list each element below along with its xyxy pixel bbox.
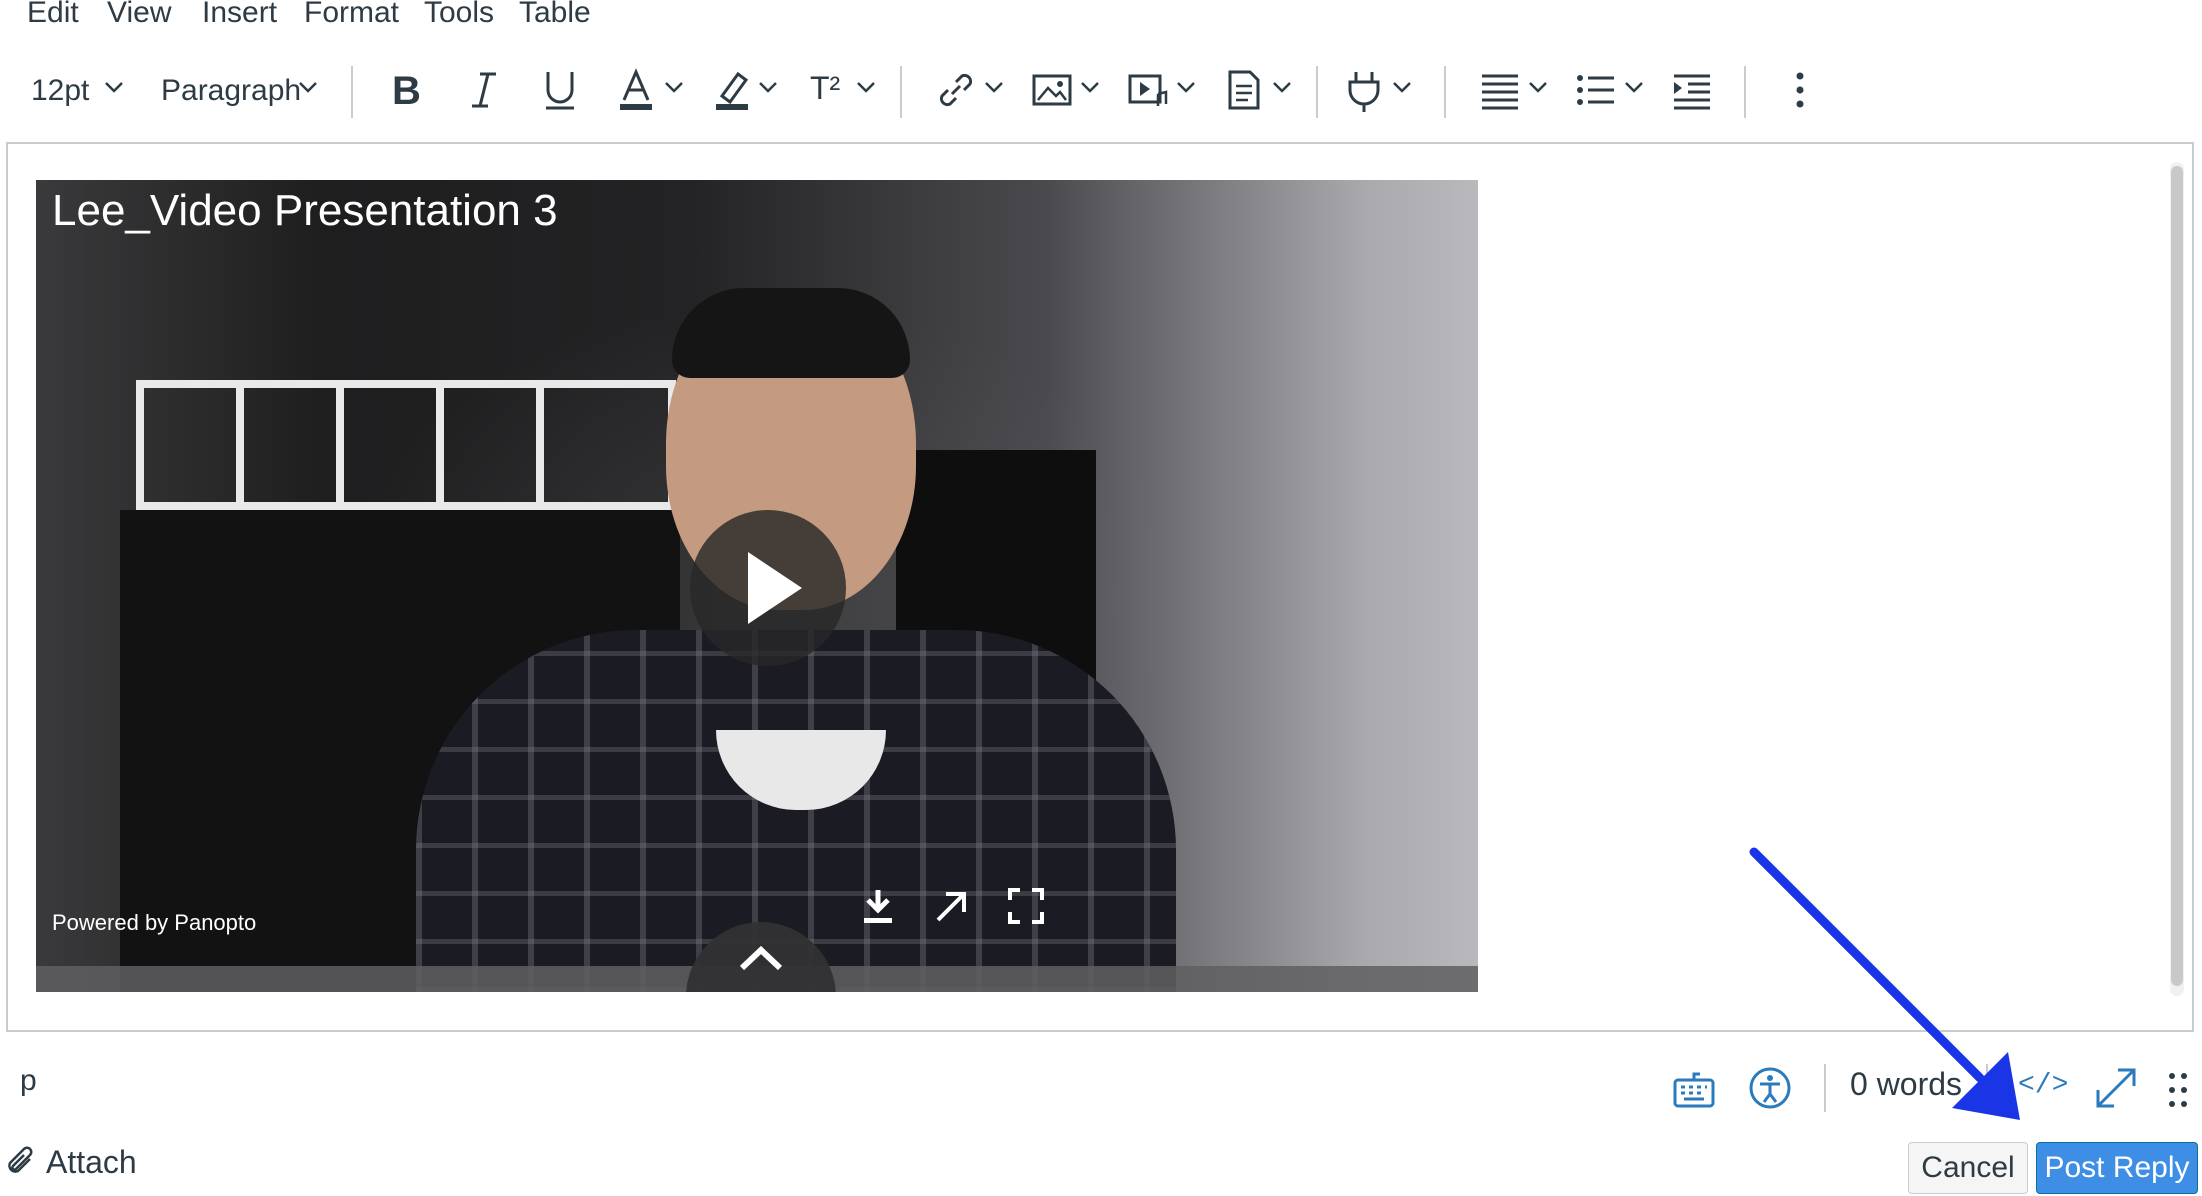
block-format-select[interactable]: Paragraph — [161, 74, 301, 108]
status-divider — [1986, 1064, 1988, 1112]
bold-icon[interactable]: B — [384, 66, 432, 114]
menu-insert[interactable]: Insert — [202, 0, 277, 30]
chevron-down-icon[interactable] — [1176, 80, 1196, 94]
image-icon[interactable] — [1028, 66, 1076, 114]
word-count[interactable]: 0 words — [1850, 1066, 1962, 1103]
menu-bar: Edit View Insert Format Tools Table — [0, 0, 2202, 40]
chevron-down-icon[interactable] — [758, 80, 778, 94]
chevron-down-icon[interactable] — [856, 80, 876, 94]
toolbar-divider — [1444, 66, 1446, 118]
status-divider — [1824, 1064, 1826, 1112]
attach-button[interactable]: Attach — [4, 1140, 137, 1184]
chevron-down-icon[interactable] — [664, 80, 684, 94]
video-frame-shelf — [136, 380, 676, 510]
menu-edit[interactable]: Edit — [27, 0, 79, 30]
chevron-down-icon[interactable] — [1080, 80, 1100, 94]
font-size-select[interactable]: 12pt — [31, 74, 89, 108]
open-external-icon[interactable] — [932, 886, 972, 926]
italic-icon[interactable] — [460, 66, 508, 114]
video-title: Lee_Video Presentation 3 — [52, 186, 558, 235]
svg-text:B: B — [392, 69, 421, 113]
toolbar-divider — [351, 66, 353, 118]
video-frame-shelf — [236, 380, 244, 510]
rich-text-editor[interactable]: Lee_Video Presentation 3 Powered by Pano… — [6, 142, 2194, 1032]
text-color-icon[interactable] — [612, 66, 660, 114]
chevron-down-icon[interactable] — [1528, 80, 1548, 94]
html-editor-icon[interactable]: </> — [2018, 1070, 2068, 1101]
video-frame-hair — [672, 288, 910, 378]
underline-icon[interactable] — [536, 66, 584, 114]
accessibility-checker-icon[interactable] — [1748, 1066, 1792, 1110]
expand-controls-tab[interactable] — [686, 922, 836, 992]
highlight-icon[interactable] — [708, 66, 756, 114]
chevron-down-icon[interactable] — [104, 80, 124, 94]
video-frame-shelf — [336, 380, 344, 510]
media-icon[interactable] — [1124, 66, 1172, 114]
more-vertical-icon[interactable] — [1776, 66, 1824, 114]
scrollbar-thumb[interactable] — [2171, 166, 2183, 986]
video-frame-shelf — [536, 380, 544, 510]
menu-table[interactable]: Table — [519, 0, 591, 30]
attach-label: Attach — [46, 1143, 137, 1180]
menu-tools[interactable]: Tools — [424, 0, 494, 30]
element-path[interactable]: p — [20, 1064, 37, 1098]
fullscreen-icon[interactable] — [1006, 886, 1046, 926]
menu-view[interactable]: View — [107, 0, 171, 30]
fullscreen-editor-icon[interactable] — [2094, 1066, 2138, 1110]
chevron-down-icon[interactable] — [984, 80, 1004, 94]
chevron-down-icon[interactable] — [1624, 80, 1644, 94]
paperclip-icon — [8, 1146, 33, 1173]
play-icon — [748, 552, 802, 624]
keyboard-shortcuts-icon[interactable] — [1672, 1068, 1716, 1112]
list-icon[interactable] — [1572, 66, 1620, 114]
video-frame-shelf — [436, 380, 444, 510]
powered-by-panopto[interactable]: Powered by Panopto — [52, 910, 256, 936]
embedded-video[interactable]: Lee_Video Presentation 3 Powered by Pano… — [36, 180, 1478, 992]
play-button[interactable] — [690, 510, 846, 666]
align-icon[interactable] — [1476, 66, 1524, 114]
indent-icon[interactable] — [1668, 66, 1716, 114]
toolbar-divider — [900, 66, 902, 118]
apps-plug-icon[interactable] — [1340, 66, 1388, 114]
superscript-icon[interactable]: T² — [810, 70, 840, 107]
document-icon[interactable] — [1220, 66, 1268, 114]
link-icon[interactable] — [932, 66, 980, 114]
editor-scrollbar[interactable] — [2170, 162, 2184, 996]
chevron-down-icon[interactable] — [1392, 80, 1412, 94]
editor-toolbar — [0, 56, 2202, 126]
download-icon[interactable] — [858, 886, 898, 926]
cancel-button[interactable]: Cancel — [1908, 1142, 2028, 1194]
chevron-down-icon[interactable] — [298, 80, 318, 94]
chevron-up-icon — [739, 945, 783, 971]
resize-handle-icon[interactable] — [2166, 1068, 2190, 1112]
chevron-down-icon[interactable] — [1272, 80, 1292, 94]
toolbar-divider — [1316, 66, 1318, 118]
menu-format[interactable]: Format — [304, 0, 399, 30]
post-reply-button[interactable]: Post Reply — [2036, 1142, 2198, 1194]
toolbar-divider — [1744, 66, 1746, 118]
